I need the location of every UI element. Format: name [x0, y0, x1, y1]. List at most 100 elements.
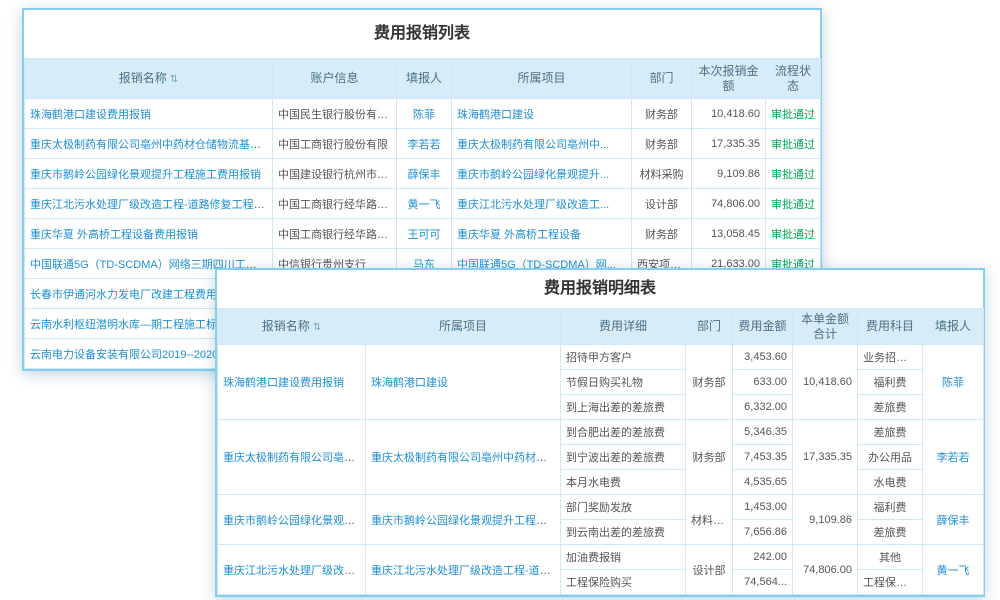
cell-total: 17,335.35 — [793, 420, 858, 495]
cell-amount: 74,806.00 — [692, 189, 766, 219]
column-header-dept: 部门 — [686, 309, 733, 345]
project-link[interactable]: 重庆江北污水处理厂级改造工程-道路修复工... — [371, 565, 561, 577]
project-link[interactable]: 重庆市鹅岭公园绿化景观提升... — [457, 169, 609, 181]
column-header-name: 报销名称⇅ — [218, 309, 366, 345]
column-header-account: 账户信息 — [273, 59, 397, 99]
cell-amount: 17,335.35 — [692, 129, 766, 159]
column-label: 所属项目 — [439, 319, 487, 333]
reimbursement-name-link[interactable]: 云南水利枢纽潜明水库—期工程施工标段... — [30, 319, 237, 331]
project-link[interactable]: 重庆华夏 外高桥工程设备 — [457, 229, 581, 241]
cell-expense-detail: 到上海出差的差旅费 — [561, 395, 686, 420]
cell-amount: 74,564... — [733, 570, 793, 595]
cell-account-info: 中国工商银行经华路支行 — [273, 219, 397, 249]
cell-filler: 李若若 — [397, 129, 452, 159]
cell-reimbursement-name: 重庆太极制药有限公司亳州中药材仓储物流基地项... — [25, 129, 273, 159]
column-label: 报销名称 — [119, 71, 167, 85]
status-link[interactable]: 审批通过 — [771, 199, 815, 211]
column-header-filler: 填报人 — [923, 309, 984, 345]
column-label: 账户信息 — [310, 71, 358, 85]
status-link[interactable]: 审批通过 — [771, 139, 815, 151]
cell-department: 财务部 — [686, 420, 733, 495]
cell-account-info: 中国工商银行经华路支行 — [273, 189, 397, 219]
cell-expense-detail: 节假日购买礼物 — [561, 370, 686, 395]
filler-link[interactable]: 李若若 — [408, 139, 441, 151]
cell-reimbursement-name: 珠海鹤港口建设费用报销 — [218, 345, 366, 420]
cell-reimbursement-name: 重庆太极制药有限公司亳州中药... — [218, 420, 366, 495]
filler-link[interactable]: 李若若 — [937, 452, 970, 464]
cell-expense-detail: 加油费报销 — [561, 545, 686, 570]
column-header-project: 所属项目 — [366, 309, 561, 345]
cell-project: 重庆江北污水处理厂级改造工... — [452, 189, 632, 219]
cell-amount: 1,453.00 — [733, 495, 793, 520]
filler-link[interactable]: 陈菲 — [942, 377, 964, 389]
reimbursement-name-link[interactable]: 长春市伊通河水力发电厂改建工程费用报销 — [30, 289, 239, 301]
column-label: 填报人 — [935, 319, 971, 333]
cell-expense-detail: 到云南出差的差旅费 — [561, 520, 686, 545]
cell-reimbursement-name: 重庆江北污水处理厂级改造工程-道路修复工程费用... — [25, 189, 273, 219]
cell-project: 重庆江北污水处理厂级改造工程-道路修复工... — [366, 545, 561, 595]
column-label: 报销名称 — [262, 319, 310, 333]
cell-status: 审批通过 — [766, 99, 821, 129]
sort-icon[interactable]: ⇅ — [313, 322, 321, 333]
cell-project: 重庆市鹅岭公园绿化景观提升工程施工 — [366, 495, 561, 545]
project-link[interactable]: 重庆江北污水处理厂级改造工... — [457, 199, 609, 211]
column-header-amount: 本次报销金额 — [692, 59, 766, 99]
cell-amount: 3,453.60 — [733, 345, 793, 370]
cell-project: 重庆市鹅岭公园绿化景观提升... — [452, 159, 632, 189]
cell-subject: 水电费 — [858, 470, 923, 495]
project-link[interactable]: 重庆太极制药有限公司亳州中药材仓储物流... — [371, 452, 561, 464]
reimbursement-name-link[interactable]: 重庆太极制药有限公司亳州中药材仓储物流基地项... — [30, 139, 273, 151]
cell-department: 财务部 — [632, 99, 692, 129]
reimbursement-name-link[interactable]: 重庆市鹅岭公园绿化景观提升工程... — [223, 515, 366, 527]
project-link[interactable]: 珠海鹤港口建设 — [371, 377, 448, 389]
reimbursement-name-link[interactable]: 珠海鹤港口建设费用报销 — [30, 109, 151, 121]
cell-expense-detail: 部门奖励发放 — [561, 495, 686, 520]
list-table-title: 费用报销列表 — [24, 10, 820, 58]
reimbursement-name-link[interactable]: 珠海鹤港口建设费用报销 — [223, 377, 344, 389]
list-table-row: 珠海鹤港口建设费用报销 中国民生银行股份有限... 陈菲 珠海鹤港口建设 财务部10,4… — [25, 99, 821, 129]
reimbursement-name-link[interactable]: 重庆华夏 外高桥工程设备费用报销 — [30, 229, 198, 241]
column-label: 部门 — [697, 319, 721, 333]
cell-reimbursement-name: 重庆市鹅岭公园绿化景观提升工程... — [218, 495, 366, 545]
cell-account-info: 中国民生银行股份有限... — [273, 99, 397, 129]
filler-link[interactable]: 薛保丰 — [408, 169, 441, 181]
filler-link[interactable]: 黄一飞 — [408, 199, 441, 211]
cell-filler: 黄一飞 — [923, 545, 984, 595]
cell-filler: 王可可 — [397, 219, 452, 249]
column-label: 费用科目 — [866, 319, 914, 333]
project-link[interactable]: 重庆市鹅岭公园绿化景观提升工程施工 — [371, 515, 558, 527]
column-label: 所属项目 — [517, 71, 565, 85]
cell-subject: 办公用品 — [858, 445, 923, 470]
filler-link[interactable]: 薛保丰 — [937, 515, 970, 527]
cell-total: 74,806.00 — [793, 545, 858, 595]
project-link[interactable]: 珠海鹤港口建设 — [457, 109, 534, 121]
cell-amount: 10,418.60 — [692, 99, 766, 129]
status-link[interactable]: 审批通过 — [771, 109, 815, 121]
filler-link[interactable]: 陈菲 — [413, 109, 435, 121]
detail-table-title: 费用报销明细表 — [217, 270, 983, 308]
project-link[interactable]: 重庆太极制药有限公司亳州中... — [457, 139, 609, 151]
sort-icon[interactable]: ⇅ — [170, 74, 178, 85]
reimbursement-name-link[interactable]: 重庆太极制药有限公司亳州中药... — [223, 452, 366, 464]
cell-filler: 薛保丰 — [923, 495, 984, 545]
detail-table-row: 重庆市鹅岭公园绿化景观提升工程...重庆市鹅岭公园绿化景观提升工程施工部门奖励发… — [218, 495, 984, 520]
list-table-row: 重庆市鹅岭公园绿化景观提升工程施工费用报销中国建设银行杭州市上...薛保丰重庆市… — [25, 159, 821, 189]
filler-link[interactable]: 黄一飞 — [937, 565, 970, 577]
status-link[interactable]: 审批通过 — [771, 229, 815, 241]
column-header-total: 本单金额合计 — [793, 309, 858, 345]
column-label: 流程状态 — [775, 64, 811, 93]
cell-department: 财务部 — [632, 219, 692, 249]
reimbursement-name-link[interactable]: 重庆江北污水处理厂级改造工程-... — [223, 565, 366, 577]
expense-detail-table: 报销名称⇅所属项目费用详细部门费用金额本单金额合计费用科目填报人 珠海鹤港口建设… — [217, 308, 984, 595]
column-label: 填报人 — [406, 71, 442, 85]
column-header-detail: 费用详细 — [561, 309, 686, 345]
cell-status: 审批通过 — [766, 159, 821, 189]
reimbursement-name-link[interactable]: 重庆江北污水处理厂级改造工程-道路修复工程费用... — [30, 199, 273, 211]
filler-link[interactable]: 王可可 — [408, 229, 441, 241]
cell-department: 设计部 — [686, 545, 733, 595]
status-link[interactable]: 审批通过 — [771, 169, 815, 181]
cell-total: 9,109.86 — [793, 495, 858, 545]
reimbursement-name-link[interactable]: 重庆市鹅岭公园绿化景观提升工程施工费用报销 — [30, 169, 261, 181]
column-header-dept: 部门 — [632, 59, 692, 99]
cell-subject: 工程保险费 — [858, 570, 923, 595]
